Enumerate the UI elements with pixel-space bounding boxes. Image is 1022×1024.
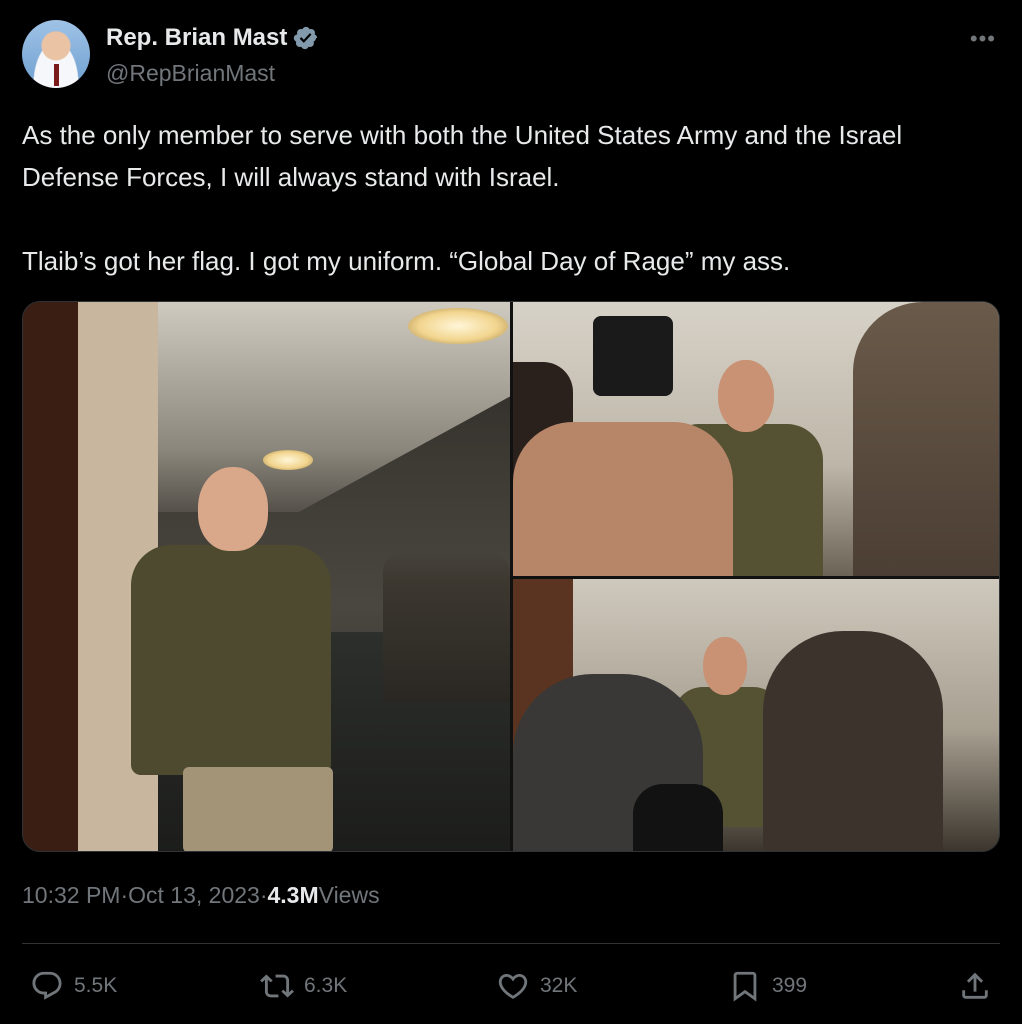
tweet-date[interactable]: Oct 13, 2023 [128,882,260,909]
views-count[interactable]: 4.3M [268,882,319,909]
verified-badge-icon [294,26,318,50]
meta-separator: · [259,882,268,908]
author-handle[interactable]: @RepBrianMast [106,60,275,87]
reply-icon [32,971,62,1000]
retweet-count: 6.3K [304,974,348,997]
photo-press-scrum[interactable] [513,579,999,851]
action-bar: 5.5K 6.3K 32K 399 [22,964,1000,1008]
like-button[interactable]: 32K [496,964,577,1008]
bookmark-count: 399 [772,974,808,997]
tweet-paragraph-2: Tlaib’s got her flag. I got my uniform. … [22,246,791,276]
share-button[interactable] [958,964,992,1008]
display-name[interactable]: Rep. Brian Mast [106,24,287,52]
more-horizontal-icon[interactable]: ••• [970,26,996,52]
like-count: 32K [540,974,578,997]
divider [22,943,1000,944]
bookmark-icon [733,971,757,1002]
views-label: Views [318,882,380,908]
tweet-paragraph-1: As the only member to serve with both th… [22,120,903,192]
share-icon [962,972,988,999]
reply-count: 5.5K [74,974,118,997]
tweet-meta: 10:32 PM · Oct 13, 2023 · 4.3M Views [22,882,380,909]
tweet-header: Rep. Brian Mast @RepBrianMast ••• [22,20,1002,92]
meta-separator: · [120,882,129,908]
reply-button[interactable]: 5.5K [30,964,117,1008]
tweet-time[interactable]: 10:32 PM [22,882,120,909]
photo-press-camera[interactable] [513,302,999,576]
tweet-text: As the only member to serve with both th… [22,114,997,282]
bookmark-button[interactable]: 399 [728,964,807,1008]
author-name-row[interactable]: Rep. Brian Mast [106,24,319,52]
photo-hallway[interactable] [23,302,510,851]
heart-icon [498,973,528,999]
avatar[interactable] [22,20,90,88]
retweet-icon [260,974,294,998]
retweet-button[interactable]: 6.3K [260,964,347,1008]
media-grid [22,301,1000,852]
